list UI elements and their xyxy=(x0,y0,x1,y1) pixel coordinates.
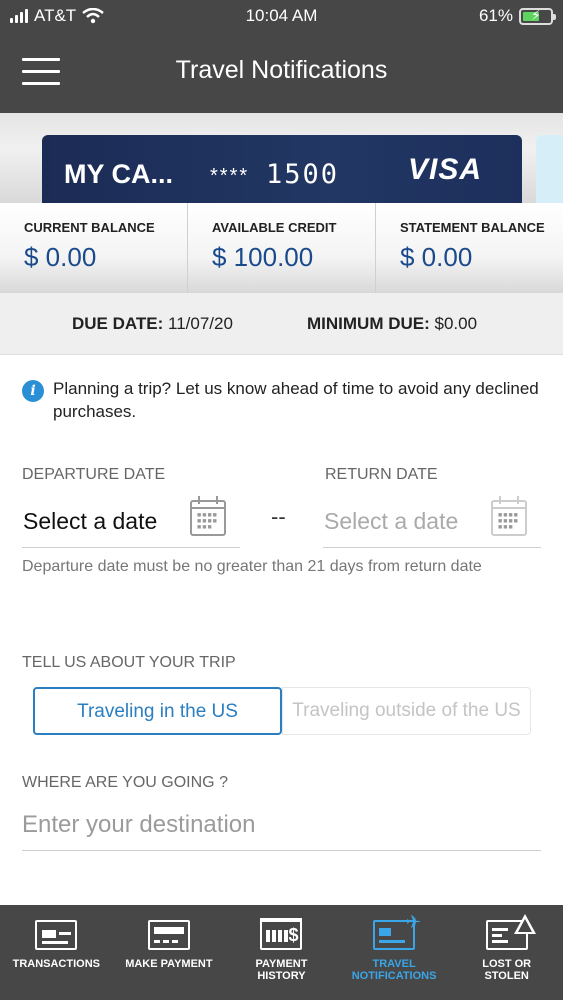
balance-value: $ 100.00 xyxy=(212,242,314,272)
next-card-peek[interactable] xyxy=(536,135,563,203)
status-right: 61% ⚡ xyxy=(478,6,556,26)
info-text: Planning a trip? Let us know ahead of ti… xyxy=(53,379,539,421)
lost-stolen-icon xyxy=(485,914,536,950)
calendar-icon[interactable]: ■■■■ ■■■■ ■■■ xyxy=(190,496,226,536)
return-date-value: Select a date xyxy=(324,508,459,534)
return-date-label: RETURN DATE xyxy=(325,466,438,483)
available-credit: AVAILABLE CREDIT $ 100.00 xyxy=(188,203,376,293)
departure-date-value: Select a date xyxy=(23,508,158,534)
nav-label-line: PAYMENT xyxy=(255,958,308,970)
statement-balance: STATEMENT BALANCE $ 0.00 xyxy=(376,203,563,293)
current-balance: CURRENT BALANCE $ 0.00 xyxy=(0,203,188,293)
balance-value: $ 0.00 xyxy=(24,242,97,272)
credit-card[interactable]: MY CA... **** 1500 VISA xyxy=(42,135,522,203)
nav-label: MAKE PAYMENT xyxy=(113,958,226,970)
app-header: Travel Notifications xyxy=(0,34,563,113)
nav-label: TRANSACTIONS xyxy=(12,958,100,970)
minimum-due-label: MINIMUM DUE: xyxy=(307,314,430,333)
balances-row: CURRENT BALANCE $ 0.00 AVAILABLE CREDIT … xyxy=(0,203,563,293)
card-carousel[interactable]: MY CA... **** 1500 VISA xyxy=(0,113,563,203)
toggle-traveling-us[interactable]: Traveling in the US xyxy=(33,687,282,735)
payment-history-icon: $ xyxy=(260,918,303,950)
departure-date-label: DEPARTURE DATE xyxy=(22,466,166,483)
balance-label: CURRENT BALANCE xyxy=(24,220,155,235)
minimum-due-value: $0.00 xyxy=(434,314,478,333)
page-title: Travel Notifications xyxy=(175,56,388,84)
balance-label: STATEMENT BALANCE xyxy=(400,220,545,235)
nav-travel-notifications[interactable]: ✈ TRAVEL NOTIFICATIONS xyxy=(338,905,451,1000)
card-last4: 1500 xyxy=(266,159,340,190)
destination-input[interactable] xyxy=(22,800,541,851)
trip-type-label: TELL US ABOUT YOUR TRIP xyxy=(22,654,236,671)
nav-label-line: STOLEN xyxy=(484,970,529,982)
nav-payment-history[interactable]: $ PAYMENT HISTORY xyxy=(225,905,338,1000)
balance-label: AVAILABLE CREDIT xyxy=(212,220,337,235)
status-bar: AT&T 10:04 AM 61% ⚡ xyxy=(0,0,563,34)
transactions-icon xyxy=(35,920,78,950)
due-date-value: 11/07/20 xyxy=(168,314,233,333)
due-row: DUE DATE: 11/07/20 MINIMUM DUE: $0.00 xyxy=(0,293,563,355)
nav-transactions[interactable]: TRANSACTIONS xyxy=(0,905,113,1000)
nav-label-line: TRAVEL xyxy=(372,958,416,970)
nav-label-line: LOST OR xyxy=(482,958,532,970)
bottom-nav: TRANSACTIONS MAKE PAYMENT $ PAYMENT HIST… xyxy=(0,905,563,1000)
toggle-traveling-outside-us[interactable]: Traveling outside of the US xyxy=(282,687,531,735)
balance-value: $ 0.00 xyxy=(400,242,473,272)
minimum-due: MINIMUM DUE: $0.00 xyxy=(307,314,477,334)
info-icon: i xyxy=(22,380,44,402)
nav-label: PAYMENT HISTORY xyxy=(225,958,338,982)
info-message: i Planning a trip? Let us know ahead of … xyxy=(22,377,542,423)
due-date: DUE DATE: 11/07/20 xyxy=(72,314,233,334)
departure-date-picker[interactable]: Select a date ■■■■ ■■■■ ■■■ xyxy=(22,490,240,548)
battery-charging-icon: ⚡ xyxy=(519,7,556,25)
nav-label: TRAVEL NOTIFICATIONS xyxy=(338,958,451,982)
travel-notifications-icon: ✈ xyxy=(373,912,421,950)
date-separator: -- xyxy=(271,504,286,529)
card-mask: **** xyxy=(210,165,250,187)
nav-label-line: HISTORY xyxy=(257,970,306,982)
return-date-picker[interactable]: Select a date ■■■■ ■■■■ ■■■ xyxy=(323,490,541,548)
nav-lost-or-stolen[interactable]: LOST OR STOLEN xyxy=(450,905,563,1000)
nav-label-line: NOTIFICATIONS xyxy=(351,970,437,982)
make-payment-icon xyxy=(147,920,190,950)
nav-label-text: MAKE PAYMENT xyxy=(125,958,213,970)
nav-make-payment[interactable]: MAKE PAYMENT xyxy=(113,905,226,1000)
destination-label: WHERE ARE YOU GOING ? xyxy=(22,774,228,791)
nav-label: LOST OR STOLEN xyxy=(450,958,563,982)
date-hint: Departure date must be no greater than 2… xyxy=(22,558,482,575)
due-date-label: DUE DATE: xyxy=(72,314,164,333)
battery-percent: 61% xyxy=(478,6,513,25)
visa-logo: VISA xyxy=(407,153,482,186)
calendar-icon[interactable]: ■■■■ ■■■■ ■■■ xyxy=(491,496,527,536)
card-name: MY CA... xyxy=(64,159,174,189)
